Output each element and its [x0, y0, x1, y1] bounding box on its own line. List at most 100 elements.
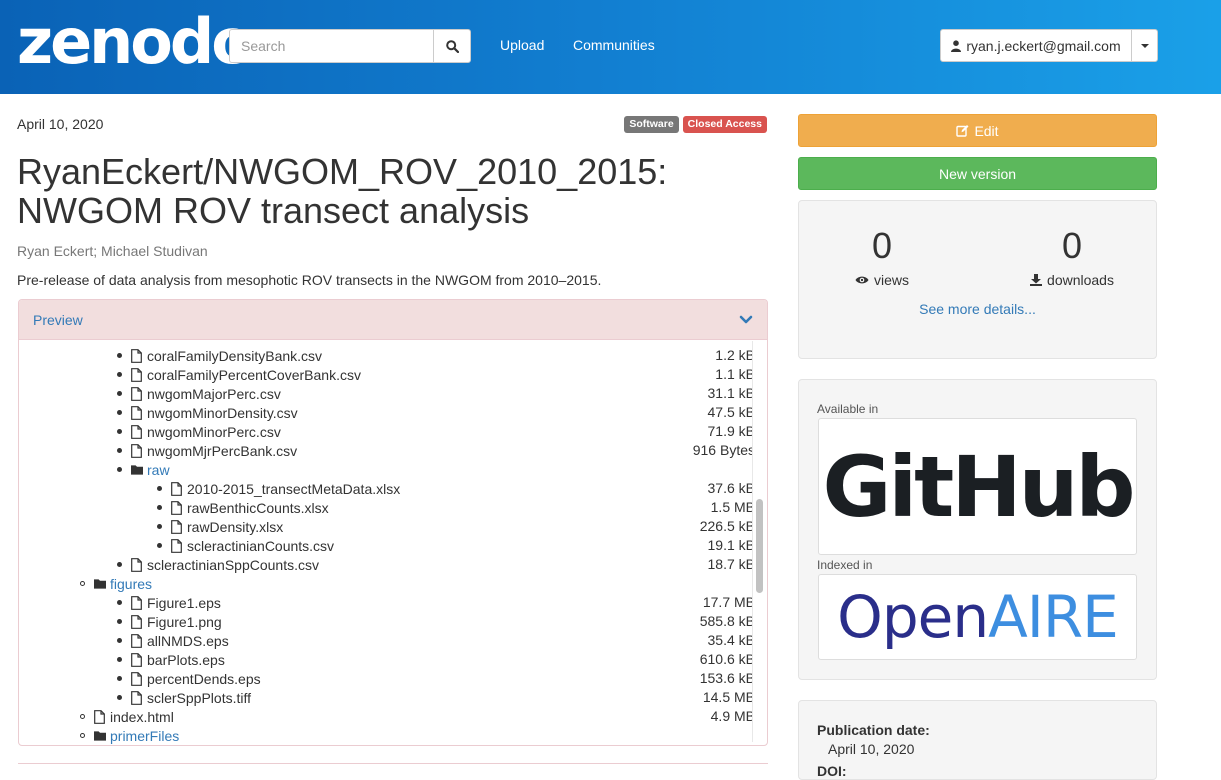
file-name: nwgomMjrPercBank.csv [147, 442, 298, 459]
file-size: 1.5 MB [710, 499, 755, 515]
file-row: rawDensity.xlsx [157, 517, 283, 536]
openaire-aire-text: AIRE [988, 583, 1119, 651]
downloads-stat: downloads [992, 272, 1152, 288]
publication-well: Publication date: April 10, 2020 DOI: [798, 700, 1157, 780]
list-bullet [157, 524, 162, 529]
file-icon [131, 690, 143, 705]
user-email: ryan.j.eckert@gmail.com [966, 37, 1121, 54]
closed-access-badge: Closed Access [682, 116, 767, 133]
folder-icon [94, 577, 106, 591]
downloads-label: downloads [1047, 272, 1114, 288]
folder-row[interactable]: figures [80, 574, 152, 593]
file-row: rawBenthicCounts.xlsx [157, 498, 329, 517]
user-menu-button[interactable]: ryan.j.eckert@gmail.com [940, 29, 1158, 62]
record-authors: Ryan Eckert; Michael Studivan [17, 243, 208, 259]
list-bullet [117, 676, 122, 681]
file-icon [131, 367, 143, 382]
search-icon [445, 39, 459, 53]
file-row: coralFamilyPercentCoverBank.csv [117, 365, 361, 384]
user-menu-dropdown-toggle[interactable] [1132, 30, 1157, 61]
chevron-down-icon[interactable] [739, 315, 753, 325]
preview-panel: Preview coralFamilyDensityBank.csv 1.2 kB… [18, 299, 768, 746]
folder-row[interactable]: primerFiles [80, 726, 179, 745]
edit-button[interactable]: Edit [798, 114, 1157, 147]
file-row: index.html [80, 707, 174, 726]
file-row: nwgomMjrPercBank.csv [117, 441, 297, 460]
file-tree: coralFamilyDensityBank.csv 1.2 kB coralFam… [19, 346, 755, 745]
file-name: Figure1.eps [147, 594, 221, 611]
record-description: Pre-release of data analysis from mesoph… [17, 272, 602, 288]
file-size: 37.6 kB [707, 480, 755, 496]
file-row: nwgomMajorPerc.csv [117, 384, 281, 403]
list-bullet [157, 486, 162, 491]
folder-row[interactable]: raw [117, 460, 170, 479]
file-name: sclerSppPlots.tiff [147, 689, 252, 706]
file-size: 31.1 kB [707, 385, 755, 401]
new-version-button[interactable]: New version [798, 157, 1157, 190]
nav-upload-link[interactable]: Upload [500, 37, 544, 53]
file-size: 916 Bytes [692, 442, 755, 458]
file-size: 1.2 kB [715, 347, 755, 363]
list-bullet [117, 695, 122, 700]
top-navbar: zenodo Upload Communities ryan.j.eckert@… [0, 0, 1221, 94]
search-button[interactable] [433, 29, 471, 63]
file-name: Figure1.png [147, 613, 222, 630]
see-more-details-link[interactable]: See more details... [799, 301, 1156, 317]
openaire-logo: OpenAIRE [837, 583, 1119, 651]
next-panel-edge [18, 763, 768, 773]
publication-date-label: Publication date: [817, 722, 930, 738]
openaire-logo-link[interactable]: OpenAIRE [818, 574, 1137, 660]
github-logo-link[interactable]: GitHub [818, 418, 1137, 555]
file-size: 35.4 kB [707, 632, 755, 648]
openaire-open-text: Open [837, 583, 989, 651]
file-name: nwgomMinorDensity.csv [147, 404, 298, 421]
file-name: 2010-2015_transectMetaData.xlsx [187, 480, 401, 497]
views-stat: views [802, 272, 962, 288]
file-size: 47.5 kB [707, 404, 755, 420]
file-name: rawBenthicCounts.xlsx [187, 499, 329, 516]
file-name: index.html [110, 708, 174, 725]
folder-name[interactable]: figures [110, 576, 152, 592]
file-row: barPlots.eps [117, 650, 225, 669]
file-icon [171, 500, 183, 515]
file-size: 18.7 kB [707, 556, 755, 572]
file-row: scleractinianSppCounts.csv [117, 555, 319, 574]
file-size: 585.8 kB [699, 613, 755, 629]
list-bullet [80, 714, 85, 719]
preview-scrollbar[interactable] [752, 341, 766, 742]
file-icon [171, 481, 183, 496]
search-form [229, 29, 471, 63]
preview-scrollbar-thumb[interactable] [756, 499, 763, 593]
file-icon [131, 348, 143, 363]
zenodo-logo[interactable]: zenodo [17, 6, 254, 78]
preview-label[interactable]: Preview [33, 312, 83, 328]
list-bullet [117, 448, 122, 453]
file-size: 226.5 kB [699, 518, 755, 534]
file-size: 14.5 MB [702, 689, 755, 705]
folder-name[interactable]: primerFiles [110, 728, 179, 744]
file-icon [131, 424, 143, 439]
file-icon [131, 405, 143, 420]
file-name: nwgomMinorPerc.csv [147, 423, 281, 440]
nav-communities-link[interactable]: Communities [573, 37, 655, 53]
user-menu-main[interactable]: ryan.j.eckert@gmail.com [941, 30, 1132, 61]
file-icon [131, 386, 143, 401]
list-bullet [117, 467, 122, 472]
file-row: sclerSppPlots.tiff [117, 688, 251, 707]
file-size: 4.9 MB [710, 708, 755, 724]
record-badges: Software Closed Access [624, 116, 767, 133]
search-input[interactable] [229, 29, 433, 63]
record-title: RyanEckert/NWGOM_ROV_2010_2015: NWGOM RO… [17, 151, 668, 231]
preview-panel-header[interactable]: Preview [19, 300, 767, 340]
list-bullet [117, 353, 122, 358]
folder-name[interactable]: raw [147, 462, 170, 478]
file-name: rawDensity.xlsx [187, 518, 284, 535]
list-bullet [117, 638, 122, 643]
list-bullet [117, 600, 122, 605]
file-size: 153.6 kB [699, 670, 755, 686]
stats-well: 0 0 views downloads See more details... [798, 200, 1157, 359]
file-row: 2010-2015_transectMetaData.xlsx [157, 479, 400, 498]
caret-down-icon [1140, 43, 1149, 48]
file-icon [131, 671, 143, 686]
file-size: 71.9 kB [707, 423, 755, 439]
